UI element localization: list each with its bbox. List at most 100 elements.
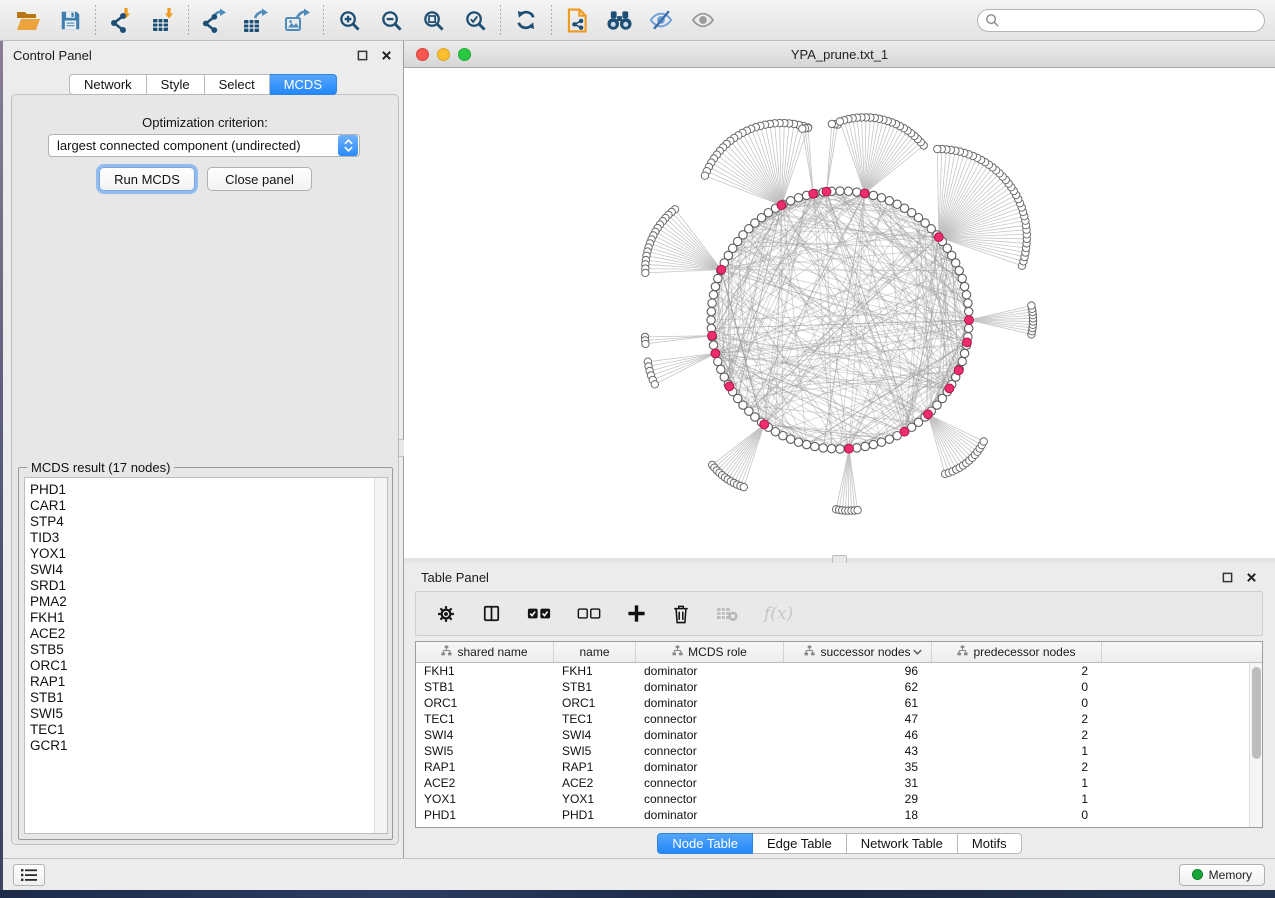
control-panel-tabs: NetworkStyleSelectMCDS — [69, 74, 337, 95]
zoom-selected-icon[interactable] — [457, 4, 493, 36]
table-row[interactable]: FKH1FKH1dominator962 — [416, 663, 1262, 679]
result-node-item[interactable]: TEC1 — [30, 722, 387, 738]
settings-gear-icon[interactable] — [436, 599, 456, 629]
result-node-item[interactable]: GCR1 — [30, 738, 387, 754]
table-row[interactable]: ACE2ACE2connector311 — [416, 775, 1262, 791]
cell-shared_name: ORC1 — [416, 695, 554, 711]
tab-edge-table[interactable]: Edge Table — [753, 833, 847, 854]
cell-mcds_role: connector — [636, 711, 784, 727]
search-network-icon[interactable] — [601, 4, 637, 36]
result-node-item[interactable]: SWI5 — [30, 706, 387, 722]
tab-motifs[interactable]: Motifs — [958, 833, 1022, 854]
column-header-name[interactable]: name — [554, 642, 636, 662]
sort-desc-icon — [912, 645, 923, 659]
cell-shared_name: RAP1 — [416, 759, 554, 775]
deselect-all-rows-icon[interactable] — [577, 599, 601, 629]
cell-mcds_role: dominator — [636, 695, 784, 711]
result-node-item[interactable]: YOX1 — [30, 546, 387, 562]
table-row[interactable]: YOX1YOX1connector291 — [416, 791, 1262, 807]
hide-unselected-icon[interactable] — [643, 4, 679, 36]
result-node-item[interactable]: ACE2 — [30, 626, 387, 642]
cell-mcds_role: connector — [636, 775, 784, 791]
result-node-item[interactable]: STB5 — [30, 642, 387, 658]
tab-select[interactable]: Select — [205, 74, 270, 95]
result-node-item[interactable]: FKH1 — [30, 610, 387, 626]
window-minimize-button[interactable] — [437, 48, 450, 61]
tab-network[interactable]: Network — [69, 74, 147, 95]
float-table-panel-icon[interactable] — [1220, 570, 1234, 584]
column-header-successor-nodes[interactable]: successor nodes — [784, 642, 932, 662]
close-panel-icon[interactable] — [379, 48, 393, 62]
export-table-icon[interactable] — [238, 4, 274, 36]
column-visibility-icon[interactable] — [482, 599, 501, 629]
optimization-criterion-label: Optimization criterion: — [12, 115, 398, 130]
save-session-icon[interactable] — [52, 4, 88, 36]
table-scrollbar[interactable] — [1249, 663, 1262, 827]
mcds-result-group: MCDS result (17 nodes) PHD1CAR1STP4TID3Y… — [18, 467, 393, 840]
table-row[interactable]: SWI5SWI5connector431 — [416, 743, 1262, 759]
table-row[interactable]: STB1STB1dominator620 — [416, 679, 1262, 695]
result-node-item[interactable]: PMA2 — [30, 594, 387, 610]
network-canvas[interactable] — [404, 68, 1275, 558]
share-document-icon[interactable] — [559, 4, 595, 36]
close-table-panel-icon[interactable] — [1244, 570, 1258, 584]
result-node-item[interactable]: ORC1 — [30, 658, 387, 674]
column-header-MCDS-role[interactable]: MCDS role — [636, 642, 784, 662]
result-node-item[interactable]: SWI4 — [30, 562, 387, 578]
result-node-item[interactable]: RAP1 — [30, 674, 387, 690]
optimization-criterion-select[interactable]: largest connected component (undirected) — [48, 134, 360, 157]
column-header-predecessor-nodes[interactable]: predecessor nodes — [932, 642, 1102, 662]
control-panel-title: Control Panel — [13, 48, 92, 63]
import-network-icon[interactable] — [103, 4, 139, 36]
cell-predecessor_nodes: 1 — [932, 775, 1102, 791]
select-all-rows-icon[interactable] — [527, 599, 551, 629]
tab-mcds[interactable]: MCDS — [270, 74, 337, 95]
import-table-icon[interactable] — [145, 4, 181, 36]
task-history-button[interactable] — [13, 864, 45, 886]
result-node-item[interactable]: STP4 — [30, 514, 387, 530]
window-maximize-button[interactable] — [458, 48, 471, 61]
result-node-item[interactable]: PHD1 — [30, 482, 387, 498]
cell-shared_name: SWI4 — [416, 727, 554, 743]
refresh-layout-icon[interactable] — [508, 4, 544, 36]
cell-shared_name: FKH1 — [416, 663, 554, 679]
cell-name: YOX1 — [554, 791, 636, 807]
memory-button[interactable]: Memory — [1179, 864, 1265, 886]
tab-network-table[interactable]: Network Table — [847, 833, 958, 854]
table-row[interactable]: ORC1ORC1dominator610 — [416, 695, 1262, 711]
result-node-item[interactable]: STB1 — [30, 690, 387, 706]
result-node-item[interactable]: CAR1 — [30, 498, 387, 514]
column-header-shared-name[interactable]: shared name — [416, 642, 554, 662]
table-row[interactable]: PHD1PHD1dominator180 — [416, 807, 1262, 823]
show-all-icon[interactable] — [685, 4, 721, 36]
result-node-item[interactable]: TID3 — [30, 530, 387, 546]
open-file-icon[interactable] — [10, 4, 46, 36]
network-window-titlebar[interactable]: YPA_prune.txt_1 — [404, 41, 1275, 68]
zoom-fit-icon[interactable] — [415, 4, 451, 36]
search-input[interactable] — [977, 9, 1265, 32]
add-column-icon[interactable] — [627, 599, 646, 629]
window-close-button[interactable] — [416, 48, 429, 61]
table-row[interactable]: TEC1TEC1connector472 — [416, 711, 1262, 727]
tab-style[interactable]: Style — [147, 74, 205, 95]
result-list-scrollbar[interactable] — [374, 478, 387, 833]
tab-node-table[interactable]: Node Table — [657, 833, 753, 854]
cell-name: ACE2 — [554, 775, 636, 791]
cell-shared_name: PHD1 — [416, 807, 554, 823]
export-network-icon[interactable] — [196, 4, 232, 36]
float-panel-icon[interactable] — [355, 48, 369, 62]
zoom-in-icon[interactable] — [331, 4, 367, 36]
export-image-icon[interactable] — [280, 4, 316, 36]
close-panel-button[interactable]: Close panel — [207, 167, 312, 191]
run-mcds-button[interactable]: Run MCDS — [99, 167, 195, 191]
table-scrollbar-thumb[interactable] — [1252, 667, 1261, 759]
network-graph[interactable] — [404, 68, 1275, 558]
result-node-item[interactable]: SRD1 — [30, 578, 387, 594]
cell-name: SWI4 — [554, 727, 636, 743]
cell-mcds_role: connector — [636, 743, 784, 759]
table-row[interactable]: RAP1RAP1dominator352 — [416, 759, 1262, 775]
zoom-out-icon[interactable] — [373, 4, 409, 36]
delete-column-icon[interactable] — [672, 599, 690, 629]
mcds-result-list[interactable]: PHD1CAR1STP4TID3YOX1SWI4SRD1PMA2FKH1ACE2… — [24, 477, 388, 834]
table-row[interactable]: SWI4SWI4dominator462 — [416, 727, 1262, 743]
